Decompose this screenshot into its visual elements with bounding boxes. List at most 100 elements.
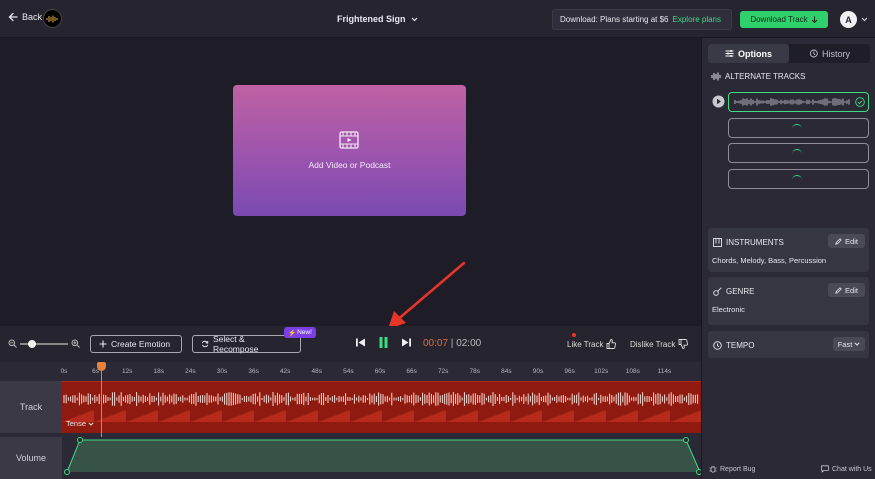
waveform-segment: [382, 410, 414, 422]
back-button[interactable]: Back: [8, 12, 42, 22]
time-display: 00:07 | 02:00: [423, 338, 481, 349]
report-bug-link[interactable]: Report Bug: [709, 465, 755, 473]
add-video-card[interactable]: Add Video or Podcast: [233, 85, 466, 216]
skip-forward-icon[interactable]: [401, 337, 412, 348]
ruler-tick-label: 72s: [437, 368, 449, 375]
waveform-logo-icon: [46, 15, 58, 22]
plus-icon: [99, 340, 107, 348]
waveform-segment: [222, 410, 254, 422]
pencil-icon: [835, 237, 842, 245]
volume-automation-lane[interactable]: [62, 437, 702, 479]
dislike-track-button[interactable]: Dislike Track: [630, 339, 689, 349]
alternate-track-1[interactable]: [728, 92, 869, 112]
ruler-tick-label: 48s: [311, 368, 323, 375]
tab-history[interactable]: History: [789, 44, 870, 63]
playhead-handle[interactable]: [96, 362, 106, 371]
chat-label: Chat with Us: [832, 465, 872, 473]
zoom-out-icon[interactable]: [8, 339, 17, 348]
alternate-track-2[interactable]: [728, 118, 869, 138]
edit-label: Edit: [845, 236, 858, 246]
like-track-button[interactable]: Like Track: [567, 333, 617, 349]
ruler-tick-label: 60s: [374, 368, 386, 375]
download-plans-banner: Download: Plans starting at $6 Explore p…: [552, 9, 732, 30]
back-label: Back: [22, 12, 43, 22]
user-avatar[interactable]: A: [840, 11, 857, 28]
tempo-select[interactable]: Fast: [833, 337, 865, 351]
new-badge: ⚡ New!: [284, 327, 316, 338]
select-recompose-button[interactable]: Select & Recompose: [192, 334, 301, 354]
ruler-tick-label: 96s: [564, 368, 575, 375]
waveform-segment: [254, 410, 286, 422]
ruler-tick-label: 12s: [121, 368, 133, 375]
new-badge-label: New!: [297, 329, 312, 336]
ruler-tick-label: 102s: [594, 368, 609, 375]
waveform-segment: [478, 410, 510, 422]
track-title-dropdown[interactable]: Frightened Sign: [337, 14, 418, 24]
zoom-slider[interactable]: [20, 339, 68, 348]
skip-back-icon[interactable]: [355, 337, 366, 348]
bug-icon: [709, 465, 717, 473]
like-indicator-dot: [572, 333, 576, 337]
ruler-tick-label: 108s: [625, 368, 640, 375]
emotion-tag-dropdown[interactable]: Tense: [66, 419, 94, 428]
check-circle-icon: [855, 97, 865, 107]
volume-point[interactable]: [683, 437, 689, 443]
zoom-in-icon[interactable]: [71, 339, 80, 348]
volume-point[interactable]: [64, 469, 70, 475]
pause-icon[interactable]: [378, 336, 389, 349]
track-waveform-lane[interactable]: Tense: [62, 381, 701, 433]
edit-instruments-button[interactable]: Edit: [828, 234, 865, 248]
instruments-heading: INSTRUMENTS: [713, 238, 784, 247]
pencil-icon: [835, 286, 842, 294]
chevron-down-icon: [411, 17, 417, 21]
piano-icon: [713, 238, 722, 247]
ruler-tick-label: 54s: [343, 368, 354, 375]
instruments-card: INSTRUMENTS Edit Chords, Melody, Bass, P…: [708, 228, 869, 272]
genre-title: GENRE: [726, 287, 755, 296]
explore-plans-link[interactable]: Explore plans: [673, 15, 721, 24]
volume-envelope: [66, 439, 701, 473]
arrow-down-icon: [811, 16, 818, 23]
waveform-segment: [414, 410, 446, 422]
alternate-track-4[interactable]: [728, 169, 869, 189]
genre-heading: GENRE: [713, 287, 754, 296]
chevron-down-icon: [88, 421, 94, 426]
time-ruler[interactable]: 0s 6s 12s 18s 24s 30s 36s 42s 48s 54s 60s 66s 72s 78s…: [61, 362, 701, 381]
app-logo[interactable]: [43, 9, 62, 28]
download-info: Download: Plans starting at $6: [560, 15, 669, 24]
loading-spinner-icon: [792, 149, 802, 159]
waveform-segment: [94, 410, 126, 422]
tempo-card: TEMPO Fast: [708, 331, 869, 358]
create-emotion-button[interactable]: Create Emotion: [90, 335, 182, 353]
genre-value: Electronic: [712, 305, 745, 314]
playback-controls-bar: Create Emotion Select & Recompose ⚡ New!…: [0, 326, 701, 362]
recompose-icon: [201, 340, 209, 348]
instruments-value: Chords, Melody, Bass, Percussion: [712, 256, 827, 265]
report-bug-label: Report Bug: [720, 465, 756, 473]
thumbs-down-icon: [678, 339, 689, 349]
volume-lane-label: Volume: [0, 437, 62, 479]
ruler-tick-label: 36s: [248, 368, 259, 375]
emotion-tag-label: Tense: [66, 419, 87, 428]
waveform-icon: [711, 72, 721, 81]
playhead-line: [100, 362, 102, 437]
download-track-button[interactable]: Download Track: [740, 11, 828, 28]
waveform-segment: [606, 410, 638, 422]
chat-with-us-link[interactable]: Chat with Us: [821, 465, 872, 473]
waveform-segment: [126, 410, 158, 422]
chat-icon: [821, 465, 829, 473]
alternate-track-3[interactable]: [728, 143, 869, 163]
play-circle-icon[interactable]: [712, 95, 725, 108]
bolt-icon: ⚡: [288, 329, 297, 337]
alternate-tracks-title: ALTERNATE TRACKS: [725, 72, 806, 81]
tab-options[interactable]: Options: [708, 44, 789, 63]
instruments-title: INSTRUMENTS: [726, 238, 784, 247]
volume-point[interactable]: [77, 437, 83, 443]
sliders-icon: [725, 50, 734, 57]
edit-genre-button[interactable]: Edit: [828, 283, 865, 297]
like-track-label: Like Track: [567, 339, 604, 349]
zoom-slider-knob[interactable]: [28, 339, 36, 348]
waveform-segment: [638, 410, 670, 422]
avatar-chevron-icon[interactable]: [861, 17, 868, 22]
clock-icon: [713, 341, 722, 350]
